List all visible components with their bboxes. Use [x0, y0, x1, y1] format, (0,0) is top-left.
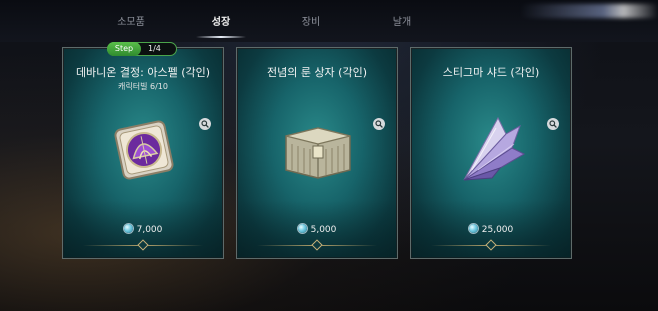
- tab-growth[interactable]: 성장: [181, 13, 261, 29]
- price: 25,000: [411, 224, 571, 235]
- light-glint: [520, 4, 658, 18]
- tab-wings[interactable]: 날개: [362, 13, 442, 29]
- tab-equipment[interactable]: 장비: [271, 13, 351, 29]
- tab-bar: 소모품 성장 장비 날개: [0, 0, 658, 42]
- ornament-icon: [485, 239, 497, 251]
- zoom-icon[interactable]: [373, 118, 385, 130]
- currency-icon: [123, 224, 133, 233]
- zoom-icon[interactable]: [199, 118, 211, 130]
- devanion-crystal-icon: [114, 108, 174, 188]
- step-label: Step: [107, 42, 141, 56]
- card-subtitle: 캐릭터빌 6/10: [118, 82, 168, 91]
- step-count: 1/4: [148, 44, 161, 53]
- rune-chest-icon: [278, 108, 358, 188]
- step-badge: Step 1/4: [107, 42, 177, 56]
- currency-icon: [468, 224, 478, 233]
- shop-card-devanion[interactable]: 데바니온 결정: 아스펠 (각인) 캐릭터빌 6/10 7,000: [62, 47, 224, 259]
- active-tab-indicator: [196, 36, 246, 38]
- card-title: 전념의 룬 상자 (각인): [266, 66, 368, 79]
- price-value: 25,000: [481, 225, 514, 235]
- card-title: 스티그마 샤드 (각인): [442, 66, 540, 79]
- currency-icon: [297, 224, 307, 233]
- price-value: 5,000: [310, 225, 337, 235]
- ornament-icon: [137, 239, 149, 251]
- shop-card-rune-chest[interactable]: 전념의 룬 상자 (각인) 5,000: [236, 47, 398, 259]
- price-value: 7,000: [136, 225, 163, 235]
- price: 7,000: [63, 224, 223, 235]
- ornament-icon: [311, 239, 323, 251]
- tab-consumables[interactable]: 소모품: [91, 13, 171, 29]
- stigma-shard-icon: [452, 108, 532, 188]
- shop-card-stigma-shard[interactable]: 스티그마 샤드 (각인) 25,000: [410, 47, 572, 259]
- zoom-icon[interactable]: [547, 118, 559, 130]
- card-title: 데바니온 결정: 아스펠 (각인): [75, 66, 211, 79]
- price: 5,000: [237, 224, 397, 235]
